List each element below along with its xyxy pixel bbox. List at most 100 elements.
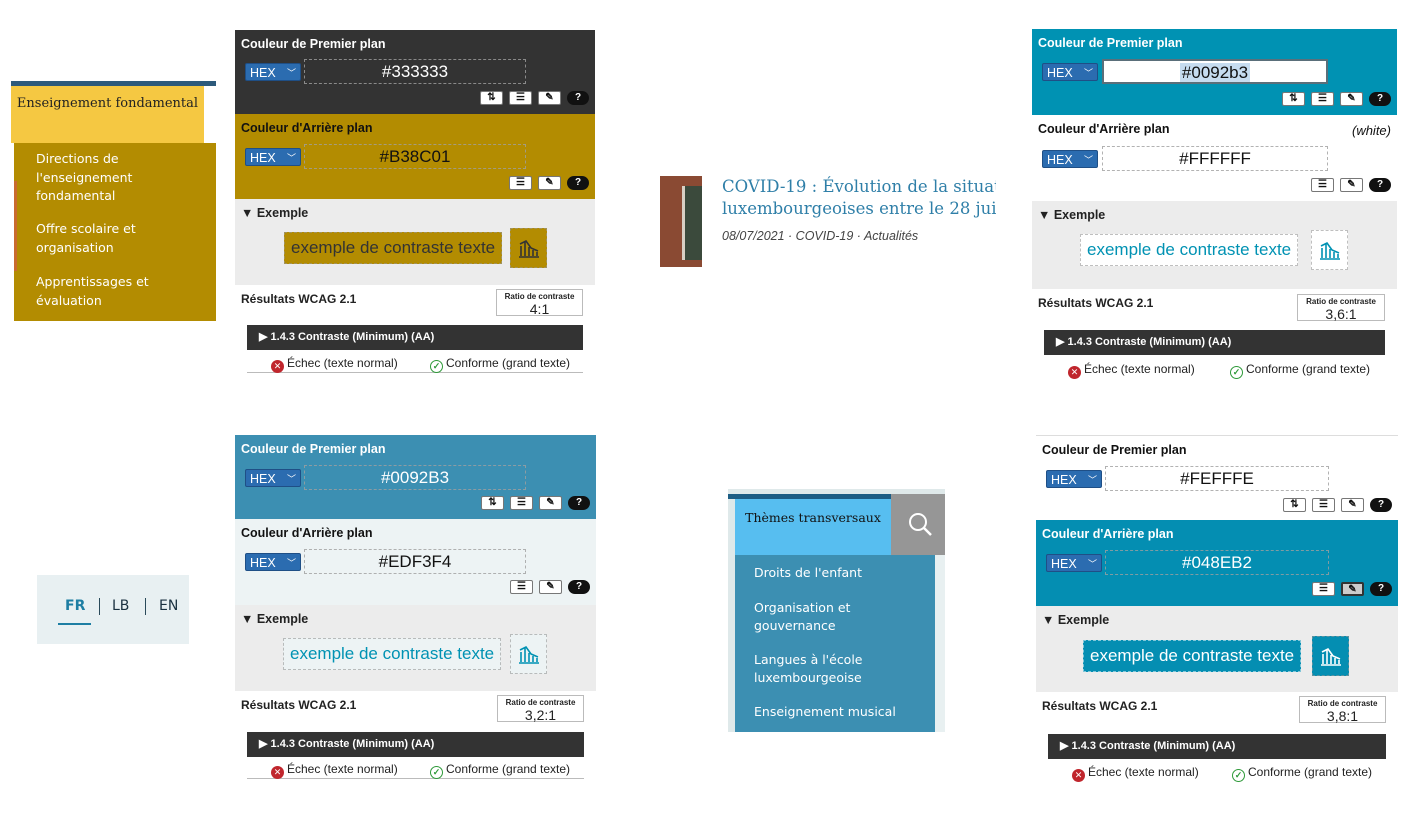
- foreground-hex-input[interactable]: #333333: [304, 59, 526, 84]
- foreground-section: Couleur de Premier plan HEX ﹀ #333333 ⇅ ☰…: [235, 30, 595, 114]
- swap-icon[interactable]: ⇅: [481, 496, 504, 510]
- format-select[interactable]: HEX ﹀: [1046, 470, 1102, 488]
- help-icon[interactable]: ?: [568, 580, 590, 594]
- results-section: Résultats WCAG 2.1 Ratio de contraste 3,…: [1032, 289, 1397, 384]
- news-title-link[interactable]: COVID-19 : Évolution de la situat luxemb…: [722, 176, 996, 220]
- foreground-tools: ⇅ ☰ ✎ ?: [1283, 498, 1392, 512]
- example-toggle[interactable]: ▼ Exemple: [241, 612, 308, 626]
- selected-text: #0092b3: [1179, 63, 1251, 82]
- lang-separator: [145, 598, 146, 615]
- foreground-title: Couleur de Premier plan: [241, 442, 386, 456]
- lang-fr[interactable]: FR: [65, 598, 85, 614]
- example-section: ▼ Exemple exemple de contraste texte: [1036, 606, 1398, 692]
- adjust-icon[interactable]: ☰: [510, 496, 533, 510]
- help-icon[interactable]: ?: [567, 176, 589, 190]
- adjust-icon[interactable]: ☰: [1312, 498, 1335, 512]
- menu-accent-bar: [14, 181, 17, 271]
- ratio-box: Ratio de contraste 3,8:1: [1299, 696, 1386, 723]
- example-text-sample: exemple de contraste texte: [284, 232, 503, 264]
- background-hex-input[interactable]: #FFFFFF: [1102, 146, 1328, 171]
- format-select[interactable]: HEX ﹀: [245, 553, 301, 571]
- help-icon[interactable]: ?: [1369, 92, 1391, 106]
- format-select[interactable]: HEX ﹀: [1042, 150, 1098, 168]
- foreground-hex-input[interactable]: #FEFFFE: [1105, 466, 1329, 491]
- format-select[interactable]: HEX ﹀: [245, 148, 301, 166]
- menu-item-offre-scolaire[interactable]: Offre scolaire et organisation: [36, 220, 201, 257]
- themes-menu: Thèmes transversaux Droits de l'enfant O…: [728, 489, 945, 732]
- format-select-value: HEX: [250, 556, 276, 570]
- swap-icon[interactable]: ⇅: [1282, 92, 1305, 106]
- adjust-icon[interactable]: ☰: [509, 176, 532, 190]
- menu-item-directions[interactable]: Directions de l'enseignement fondamental: [36, 150, 201, 206]
- eyedropper-icon[interactable]: ✎: [1340, 92, 1363, 106]
- help-icon[interactable]: ?: [1370, 582, 1392, 596]
- eyedropper-icon[interactable]: ✎: [1341, 582, 1364, 596]
- eyedropper-icon[interactable]: ✎: [1341, 498, 1364, 512]
- format-select[interactable]: HEX ﹀: [245, 469, 301, 487]
- fail-label: Échec (texte normal): [1088, 765, 1199, 779]
- menu-heading[interactable]: Enseignement fondamental: [11, 86, 204, 143]
- background-hex-input[interactable]: #048EB2: [1105, 550, 1329, 575]
- menu-body: Directions de l'enseignement fondamental…: [14, 143, 216, 321]
- adjust-icon[interactable]: ☰: [1311, 178, 1334, 192]
- format-select-value: HEX: [250, 66, 276, 80]
- menu-item-organisation[interactable]: Organisation et gouvernance: [754, 599, 924, 635]
- example-toggle[interactable]: ▼ Exemple: [241, 206, 308, 220]
- format-select-value: HEX: [1051, 557, 1077, 571]
- swap-icon[interactable]: ⇅: [1283, 498, 1306, 512]
- background-title: Couleur d'Arrière plan: [1038, 122, 1170, 136]
- menu-item-apprentissages[interactable]: Apprentissages et évaluation: [36, 273, 201, 310]
- criterion-toggle[interactable]: ▶ 1.4.3 Contraste (Minimum) (AA): [1048, 734, 1386, 759]
- foreground-hex-input[interactable]: #0092B3: [304, 465, 526, 490]
- menu-heading[interactable]: Thèmes transversaux: [735, 499, 891, 555]
- menu-item-langues[interactable]: Langues à l'école luxembourgeoise: [754, 651, 924, 687]
- background-hex-input[interactable]: #EDF3F4: [304, 549, 526, 574]
- help-icon[interactable]: ?: [1369, 178, 1391, 192]
- lang-en[interactable]: EN: [159, 598, 178, 614]
- pass-label: Conforme (grand texte): [1248, 765, 1373, 779]
- format-select[interactable]: HEX ﹀: [245, 63, 301, 81]
- eyedropper-icon[interactable]: ✎: [538, 176, 561, 190]
- adjust-icon[interactable]: ☰: [510, 580, 533, 594]
- foreground-title: Couleur de Premier plan: [241, 37, 386, 51]
- adjust-icon[interactable]: ☰: [509, 91, 532, 105]
- foreground-section: Couleur de Premier plan HEX ﹀ #FEFFFE ⇅ ☰…: [1036, 435, 1398, 520]
- news-thumbnail[interactable]: [660, 176, 702, 267]
- background-section: Couleur d'Arrière plan HEX ﹀ #B38C01 ☰ ✎ …: [235, 114, 595, 199]
- eyedropper-icon[interactable]: ✎: [539, 580, 562, 594]
- adjust-icon[interactable]: ☰: [1311, 92, 1334, 106]
- background-title: Couleur d'Arrière plan: [241, 526, 373, 540]
- fail-icon: ✕: [1068, 366, 1081, 379]
- criterion-toggle[interactable]: ▶ 1.4.3 Contraste (Minimum) (AA): [247, 732, 584, 757]
- criterion-toggle[interactable]: ▶ 1.4.3 Contraste (Minimum) (AA): [1044, 330, 1385, 355]
- format-select-value: HEX: [250, 472, 276, 486]
- criterion-toggle[interactable]: ▶ 1.4.3 Contraste (Minimum) (AA): [247, 325, 583, 350]
- pass-result: ✓ Conforme (grand texte): [1232, 762, 1372, 782]
- adjust-icon[interactable]: ☰: [1312, 582, 1335, 596]
- help-icon[interactable]: ?: [567, 91, 589, 105]
- chevron-down-icon: ﹀: [1087, 559, 1097, 569]
- menu-item-enseignement-musical[interactable]: Enseignement musical: [754, 703, 924, 721]
- check-icon: ✓: [430, 360, 443, 373]
- help-icon[interactable]: ?: [568, 496, 590, 510]
- swap-icon[interactable]: ⇅: [480, 91, 503, 105]
- menu-item-droits-enfant[interactable]: Droits de l'enfant: [754, 564, 924, 582]
- eyedropper-icon[interactable]: ✎: [1340, 178, 1363, 192]
- foreground-hex-input[interactable]: #0092b3: [1102, 59, 1328, 84]
- example-toggle[interactable]: ▼ Exemple: [1038, 208, 1105, 222]
- eyedropper-icon[interactable]: ✎: [538, 91, 561, 105]
- background-title: Couleur d'Arrière plan: [1042, 527, 1174, 541]
- lang-lb[interactable]: LB: [112, 598, 129, 614]
- example-toggle[interactable]: ▼ Exemple: [1042, 613, 1109, 627]
- foreground-tools: ⇅ ☰ ✎ ?: [481, 496, 590, 510]
- foreground-tools: ⇅ ☰ ✎ ?: [1282, 92, 1391, 106]
- background-tools: ☰ ✎ ?: [510, 580, 590, 594]
- eyedropper-icon[interactable]: ✎: [539, 496, 562, 510]
- background-hex-input[interactable]: #B38C01: [304, 144, 526, 169]
- chart-decline-icon: [519, 645, 539, 664]
- format-select[interactable]: HEX ﹀: [1046, 554, 1102, 572]
- search-button[interactable]: [891, 494, 945, 555]
- format-select-value: HEX: [1047, 66, 1073, 80]
- help-icon[interactable]: ?: [1370, 498, 1392, 512]
- format-select[interactable]: HEX ﹀: [1042, 63, 1098, 81]
